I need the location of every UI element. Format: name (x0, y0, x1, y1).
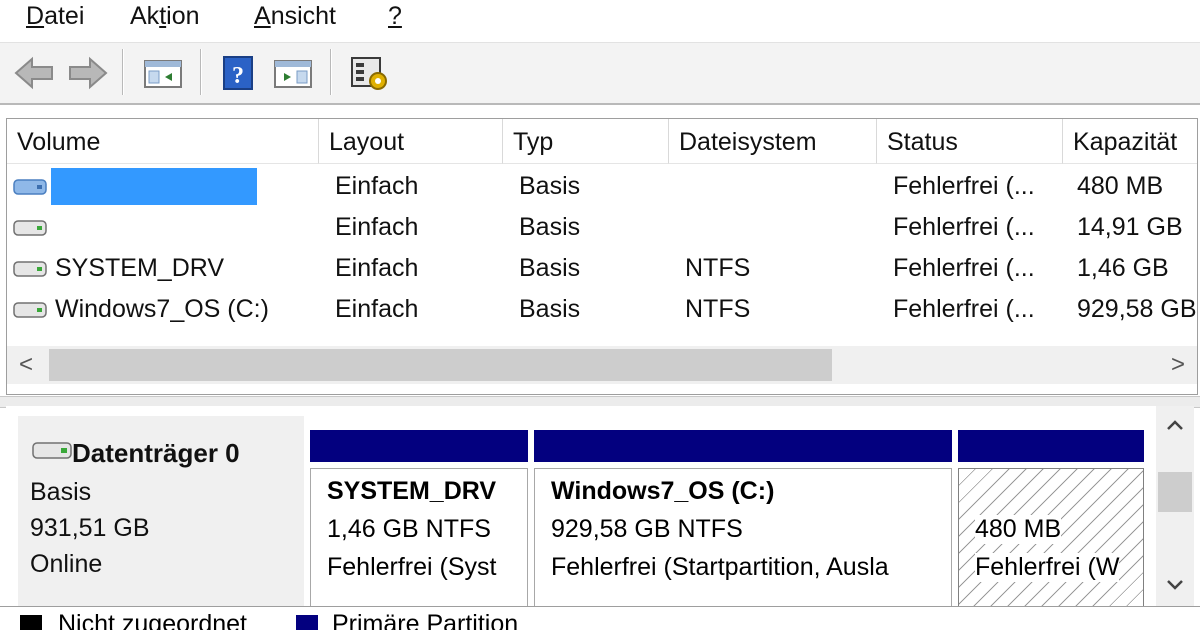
forward-button[interactable] (66, 51, 110, 95)
cell-volume: SYSTEM_DRV (55, 254, 225, 282)
column-header-kapazitaet[interactable]: Kapazität (1063, 119, 1197, 164)
table-row[interactable]: Einfach Basis Fehlerfrei (... 480 MB (7, 166, 1197, 207)
properties-button[interactable] (346, 51, 392, 95)
partition-body: Windows7_OS (C:) 929,58 GB NTFS Fehlerfr… (534, 468, 952, 606)
drive-icon (13, 261, 47, 277)
help-icon: ? (223, 56, 253, 90)
console-tree-button[interactable] (140, 51, 186, 95)
scroll-up-icon[interactable] (1165, 418, 1185, 432)
disk-size: 931,51 GB (30, 514, 150, 542)
scroll-left-button[interactable]: < (7, 346, 45, 384)
back-button[interactable] (12, 51, 56, 95)
legend-unallocated-label: Nicht zugeordnet (58, 610, 248, 630)
disk-graphical-view: Datenträger 0 Basis 931,51 GB Online SYS… (6, 406, 1156, 606)
cell-dateisystem: NTFS (685, 254, 751, 282)
column-header-volume[interactable]: Volume (7, 119, 319, 164)
svg-text:?: ? (232, 63, 244, 89)
legend-primary-swatch (296, 615, 318, 630)
properties-icon (351, 57, 387, 90)
partition-body: SYSTEM_DRV 1,46 GB NTFS Fehlerfrei (Syst (310, 468, 528, 606)
partition-body-hatched: 480 MB Fehlerfrei (W (958, 468, 1144, 606)
legend-bar: Nicht zugeordnet Primäre Partition (0, 606, 1200, 630)
partition-status: Fehlerfrei (Syst (327, 553, 497, 581)
cell-typ: Basis (519, 295, 581, 323)
menu-help[interactable]: ? (388, 0, 402, 34)
cell-typ: Basis (519, 213, 581, 241)
scroll-right-button[interactable]: > (1159, 346, 1197, 384)
partition-title: SYSTEM_DRV (327, 477, 497, 505)
disk-drive-icon (32, 442, 72, 459)
column-header-typ[interactable]: Typ (503, 119, 669, 164)
horizontal-scrollbar[interactable]: < > (7, 346, 1197, 384)
table-row[interactable]: Einfach Basis Fehlerfrei (... 14,91 GB (7, 207, 1197, 248)
partition-size: 929,58 GB NTFS (551, 515, 743, 543)
partition-windows7-os[interactable]: Windows7_OS (C:) 929,58 GB NTFS Fehlerfr… (534, 430, 952, 606)
scrollbar-thumb[interactable] (1158, 472, 1192, 512)
partition-title: Windows7_OS (C:) (551, 477, 775, 505)
show-action-pane-icon (274, 60, 312, 88)
back-arrow-icon (14, 56, 53, 90)
partition-size: 1,46 GB NTFS (327, 515, 491, 543)
primary-partition-bar (310, 430, 528, 462)
toolbar-separator (330, 49, 332, 95)
cell-volume: Windows7_OS (C:) (55, 295, 269, 323)
partition-status: Fehlerfrei (W (975, 553, 1120, 582)
column-header-dateisystem[interactable]: Dateisystem (669, 119, 877, 164)
table-row[interactable]: Windows7_OS (C:) Einfach Basis NTFS Fehl… (7, 289, 1197, 330)
vertical-scrollbar[interactable] (1156, 406, 1194, 606)
column-header-layout[interactable]: Layout (319, 119, 503, 164)
drive-icon (13, 220, 47, 236)
primary-partition-bar (534, 430, 952, 462)
show-hide-console-tree-icon (144, 60, 182, 88)
scrollbar-thumb[interactable] (49, 349, 832, 381)
partition-size: 480 MB (975, 515, 1062, 544)
cell-kapazitaet: 1,46 GB (1077, 254, 1169, 282)
scroll-down-icon[interactable] (1165, 578, 1185, 592)
legend-primary-label: Primäre Partition (332, 610, 519, 630)
menu-datei[interactable]: Datei (26, 0, 84, 34)
forward-arrow-icon (69, 56, 108, 90)
cell-layout: Einfach (335, 295, 419, 323)
cell-typ: Basis (519, 172, 581, 200)
partition-recovery[interactable]: 480 MB Fehlerfrei (W (958, 430, 1144, 606)
primary-partition-bar (958, 430, 1144, 462)
menu-aktion[interactable]: Aktion (130, 0, 200, 34)
table-row[interactable]: SYSTEM_DRV Einfach Basis NTFS Fehlerfrei… (7, 248, 1197, 289)
legend-unallocated-swatch (20, 615, 42, 630)
cell-layout: Einfach (335, 172, 419, 200)
cell-status: Fehlerfrei (... (893, 254, 1035, 282)
toolbar: ? (0, 43, 1200, 105)
action-pane-button[interactable] (270, 51, 316, 95)
toolbar-separator (200, 49, 202, 95)
disk-info-panel[interactable]: Datenträger 0 Basis 931,51 GB Online (18, 416, 304, 606)
cell-status: Fehlerfrei (... (893, 213, 1035, 241)
toolbar-separator (122, 49, 124, 95)
drive-icon (13, 179, 47, 195)
partition-system-drv[interactable]: SYSTEM_DRV 1,46 GB NTFS Fehlerfrei (Syst (310, 430, 528, 606)
redacted-volume-name (51, 168, 257, 205)
menu-bar: Datei Aktion Ansicht ? (0, 0, 1200, 43)
column-header-status[interactable]: Status (877, 119, 1063, 164)
help-button[interactable]: ? (218, 51, 258, 95)
disk-name: Datenträger 0 (72, 438, 240, 468)
menu-ansicht[interactable]: Ansicht (254, 0, 336, 34)
cell-layout: Einfach (335, 254, 419, 282)
cell-dateisystem: NTFS (685, 295, 751, 323)
cell-kapazitaet: 929,58 GB (1077, 295, 1197, 323)
cell-kapazitaet: 14,91 GB (1077, 213, 1183, 241)
cell-kapazitaet: 480 MB (1077, 172, 1164, 200)
cell-layout: Einfach (335, 213, 419, 241)
cell-status: Fehlerfrei (... (893, 172, 1035, 200)
volume-list: Volume Layout Typ Dateisystem Status Kap… (6, 118, 1198, 395)
cell-typ: Basis (519, 254, 581, 282)
cell-status: Fehlerfrei (... (893, 295, 1035, 323)
drive-icon (13, 302, 47, 318)
disk-type: Basis (30, 478, 92, 506)
partition-status: Fehlerfrei (Startpartition, Ausla (551, 553, 889, 581)
disk-state: Online (30, 550, 103, 578)
